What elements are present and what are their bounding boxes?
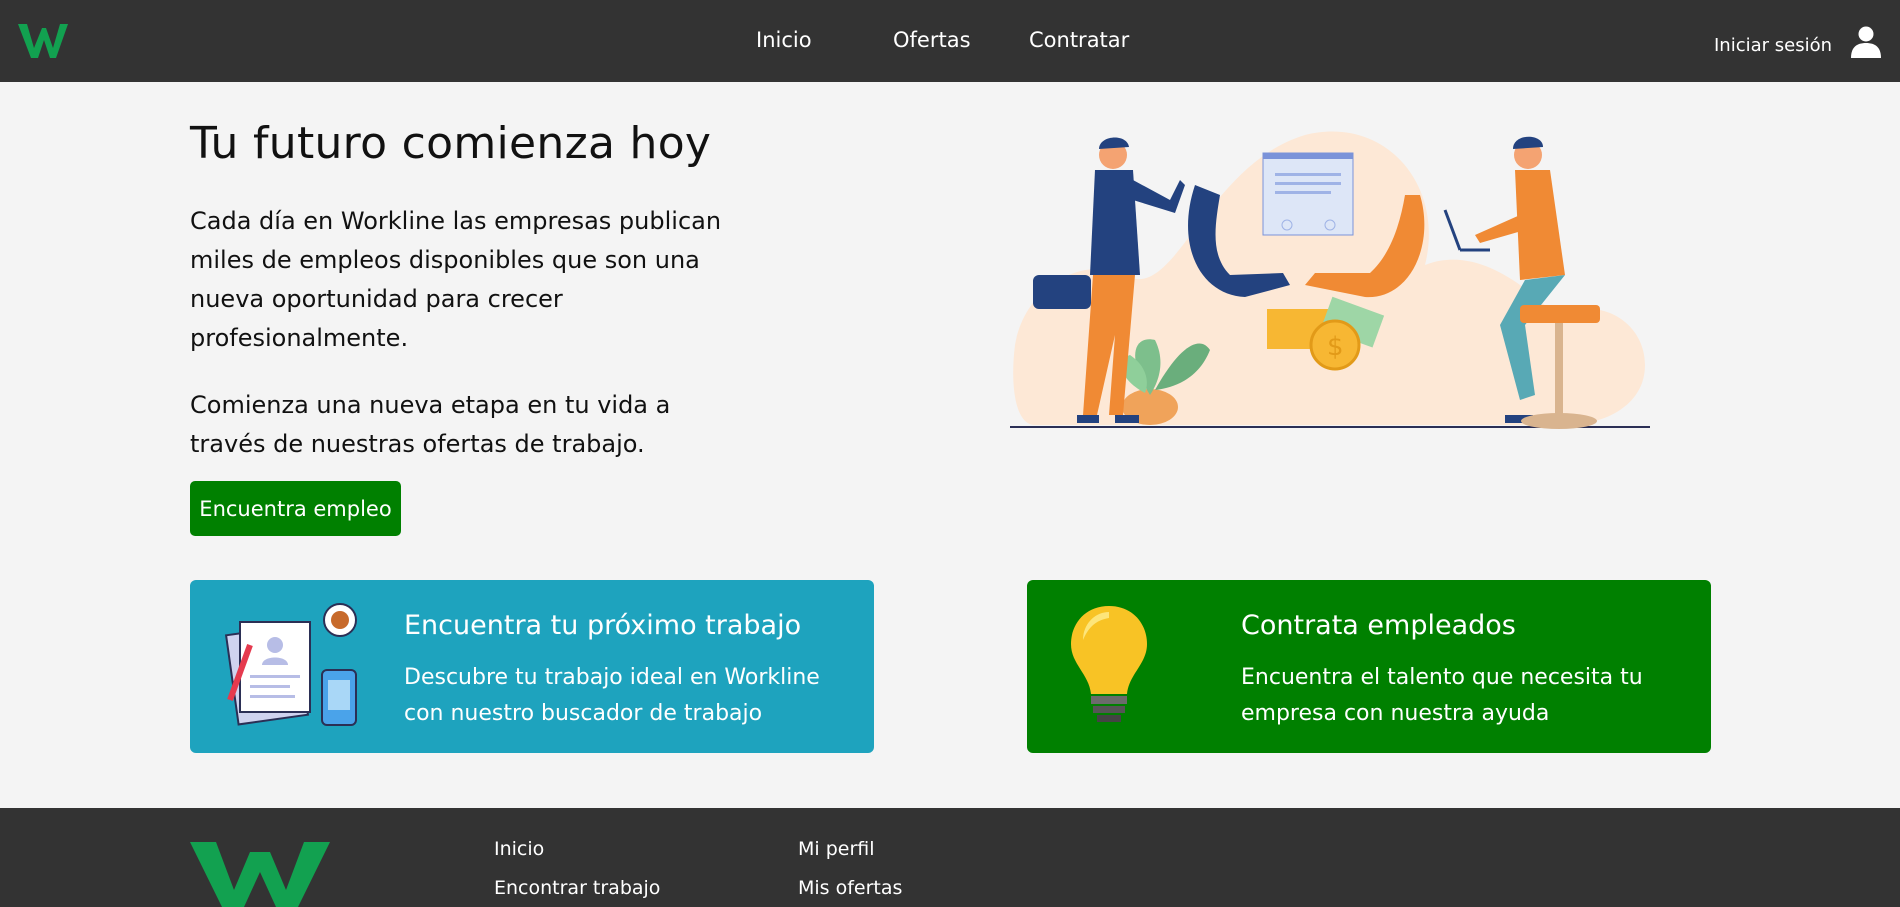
resume-documents-icon bbox=[224, 603, 357, 726]
login-link[interactable]: Iniciar sesión bbox=[1714, 35, 1832, 56]
svg-text:$: $ bbox=[1327, 332, 1344, 362]
hero-title: Tu futuro comienza hoy bbox=[190, 118, 712, 169]
lightbulb-icon bbox=[1071, 606, 1147, 722]
hire-card-title: Contrata empleados bbox=[1241, 610, 1516, 641]
top-navbar: Inicio Ofertas Contratar Iniciar sesión bbox=[0, 0, 1900, 82]
footer-link-encontrar-trabajo[interactable]: Encontrar trabajo bbox=[494, 877, 660, 899]
footer: Inicio Encontrar trabajo Mi perfil Mis o… bbox=[0, 808, 1900, 907]
hero-paragraph-2: Comienza una nueva etapa en tu vida a tr… bbox=[190, 391, 671, 458]
workline-footer-logo-icon bbox=[190, 842, 330, 907]
hero-paragraph-1: Cada día en Workline las empresas public… bbox=[190, 207, 722, 352]
footer-link-mi-perfil[interactable]: Mi perfil bbox=[798, 838, 875, 860]
find-next-job-card[interactable]: Encuentra tu próximo trabajo Descubre tu… bbox=[190, 580, 874, 753]
nav-contratar[interactable]: Contratar bbox=[1029, 28, 1129, 52]
hire-card-text: Encuentra el talento que necesita tu emp… bbox=[1241, 665, 1643, 726]
handshake-illustration: $ bbox=[1010, 131, 1650, 429]
workline-logo-icon[interactable] bbox=[18, 22, 68, 60]
nav-inicio[interactable]: Inicio bbox=[756, 28, 812, 52]
nav-ofertas[interactable]: Ofertas bbox=[893, 28, 971, 52]
footer-link-inicio[interactable]: Inicio bbox=[494, 838, 544, 860]
find-job-button[interactable]: Encuentra empleo bbox=[190, 481, 401, 536]
user-icon[interactable] bbox=[1851, 26, 1881, 58]
find-job-card-title: Encuentra tu próximo trabajo bbox=[404, 610, 802, 641]
hire-employees-card[interactable]: Contrata empleados Encuentra el talento … bbox=[1027, 580, 1711, 753]
find-job-card-text: Descubre tu trabajo ideal en Workline co… bbox=[404, 665, 820, 726]
footer-link-mis-ofertas[interactable]: Mis ofertas bbox=[798, 877, 902, 899]
